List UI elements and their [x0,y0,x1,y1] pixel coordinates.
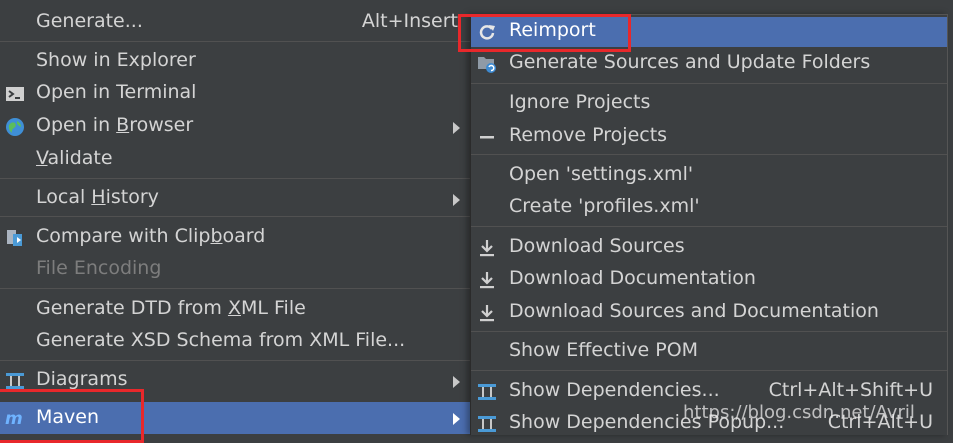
submenu-arrow-icon [453,376,460,388]
menu-item-download-documentation[interactable]: Download Documentation [471,265,947,295]
menu-item-label: Compare with Clipboard [36,225,266,247]
menu-item-label: Open 'settings.xml' [509,163,694,185]
menu-item-generate[interactable]: Generate... Alt+Insert [0,8,470,38]
menu-item-label: Show Dependencies... [509,379,720,401]
menu-item-label: Show Effective POM [509,339,699,361]
menu-item-label: Remove Projects [509,124,668,146]
menu-item-validate[interactable]: Validate [0,145,470,175]
menu-item-label: Generate DTD from XML File [36,297,306,319]
menu-item-local-history[interactable]: Local History [0,184,470,214]
menu-item-create-profiles-xml[interactable]: Create 'profiles.xml' [471,193,947,223]
menu-item-diagrams[interactable]: Diagrams [0,366,470,396]
globe-icon [6,118,24,136]
download-icon [480,272,494,289]
menu-item-label: Create 'profiles.xml' [509,195,700,217]
menu-item-generate-dtd[interactable]: Generate DTD from XML File [0,295,470,325]
menu-separator [0,216,470,217]
menu-separator [471,331,947,332]
menu-item-maven[interactable]: m Maven [0,402,470,434]
menu-item-label: Generate Sources and Update Folders [509,51,871,73]
svg-text:m: m [5,409,23,428]
menu-item-open-settings-xml[interactable]: Open 'settings.xml' [471,161,947,191]
menu-item-label: Maven [36,406,100,428]
menu-item-open-in-browser[interactable]: Open in Browser [0,112,470,142]
menu-item-label: Download Documentation [509,267,756,289]
menu-item-compare-with-clipboard[interactable]: Compare with Clipboard [0,223,470,253]
context-menu: Generate... Alt+Insert Show in Explorer … [0,0,470,434]
menu-item-label: File Encoding [36,257,162,279]
menu-item-shortcut: Ctrl+Alt+Shift+U [768,379,933,401]
menu-item-label: Validate [36,147,113,169]
menu-item-generate-xsd[interactable]: Generate XSD Schema from XML File... [0,327,470,357]
menu-separator [471,83,947,84]
menu-item-label: Generate... [36,10,143,32]
menu-item-label: Download Sources [509,235,685,257]
menu-item-open-in-terminal[interactable]: Open in Terminal [0,79,470,109]
submenu-arrow-icon [453,122,460,134]
diagram-icon [6,373,24,389]
menu-item-shortcut: Alt+Insert [361,10,458,32]
folder-refresh-icon [478,57,496,73]
menu-separator [0,360,470,361]
menu-item-label: Download Sources and Documentation [509,300,879,322]
submenu-arrow-icon [453,413,460,425]
menu-separator [471,226,947,227]
download-icon [480,240,494,257]
refresh-icon [479,25,495,40]
maven-submenu: Reimport Generate Sources and Update Fol… [470,14,948,435]
menu-item-label: Reimport [509,19,596,41]
menu-item-file-encoding: File Encoding [0,255,470,285]
terminal-icon [6,87,24,101]
download-icon [480,305,494,322]
menu-item-label: Open in Browser [36,114,194,136]
compare-icon [7,230,22,246]
menu-item-generate-sources[interactable]: Generate Sources and Update Folders [471,49,947,79]
watermark: https://blog.csdn.net/Avril [683,402,915,423]
menu-item-reimport[interactable]: Reimport [471,17,947,47]
menu-item-show-in-explorer[interactable]: Show in Explorer [0,47,470,77]
dependencies-icon [478,416,496,432]
menu-item-show-effective-pom[interactable]: Show Effective POM [471,337,947,367]
menu-separator [471,370,947,371]
menu-item-label: Ignore Projects [509,91,651,113]
menu-separator [0,178,470,179]
menu-item-ignore-projects[interactable]: Ignore Projects [471,89,947,119]
menu-item-remove-projects[interactable]: Remove Projects [471,122,947,152]
menu-item-download-sources[interactable]: Download Sources [471,233,947,263]
submenu-arrow-icon [453,194,460,206]
menu-separator [0,288,470,289]
menu-item-label: Open in Terminal [36,81,197,103]
maven-icon: m [5,409,23,428]
minus-icon [480,136,494,139]
menu-item-label: Show in Explorer [36,49,196,71]
menu-item-label: Local History [36,186,159,208]
menu-separator [471,154,947,155]
menu-item-label: Diagrams [36,368,128,390]
menu-item-label: Generate XSD Schema from XML File... [36,329,406,351]
menu-separator [0,41,470,42]
dependencies-icon [478,384,496,400]
menu-item-download-sources-and-docs[interactable]: Download Sources and Documentation [471,298,947,328]
